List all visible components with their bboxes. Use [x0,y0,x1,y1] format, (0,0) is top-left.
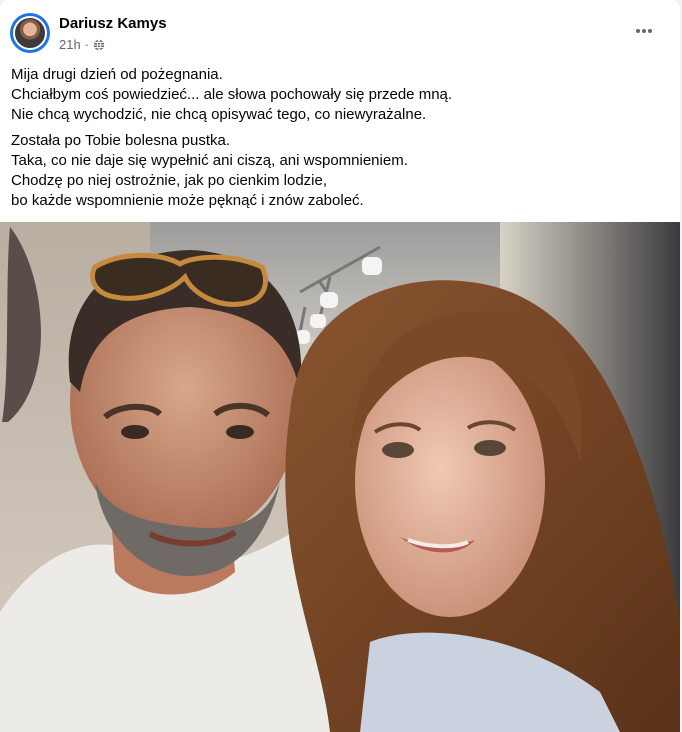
post-text-line: Chciałbym coś powiedzieć... ale słowa po… [11,86,453,103]
post-paragraph: Mija drugi dzień od pożegnania. Chciałby… [11,65,666,125]
post-text-line: Taka, co nie daje się wypełnić ani ciszą… [11,152,408,169]
post-text-line: Nie chcą wychodzić, nie chcą opisywać te… [11,106,427,123]
facebook-post: Dariusz Kamys 21h · Mija drugi dzień od … [0,0,680,732]
post-text-line: bo każde wspomnienie może pęknąć i znów … [11,192,364,209]
avatar[interactable] [10,13,50,53]
globe-icon[interactable] [93,38,105,51]
post-header: Dariusz Kamys 21h · [10,13,670,57]
post-text: Mija drugi dzień od pożegnania. Chciałby… [11,65,666,217]
post-text-line: Chodzę po niej ostrożnie, jak po cienkim… [11,172,328,189]
author-name[interactable]: Dariusz Kamys [59,15,167,32]
avatar-photo [13,16,47,50]
selfie-image [0,222,680,732]
post-time[interactable]: 21h [59,37,81,52]
post-text-line: Mija drugi dzień od pożegnania. [11,66,223,83]
post-photo[interactable] [0,222,680,732]
more-horizontal-icon [636,29,652,33]
post-meta: 21h · [59,37,105,52]
meta-separator: · [84,37,90,52]
post-paragraph: Została po Tobie bolesna pustka. Taka, c… [11,131,666,211]
post-text-line: Została po Tobie bolesna pustka. [11,132,231,149]
more-options-button[interactable] [630,21,658,41]
